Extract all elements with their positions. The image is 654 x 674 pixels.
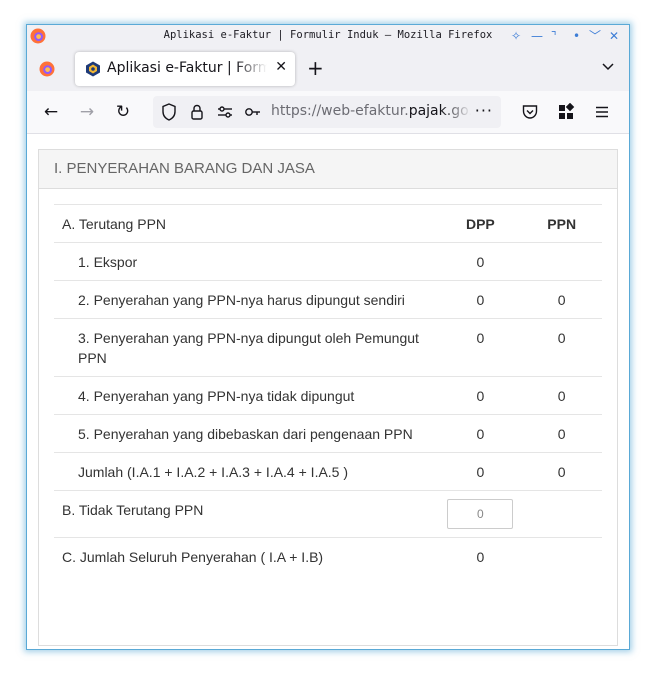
new-tab-button[interactable]: + xyxy=(307,57,324,79)
terutang-ppn-label: A. Terutang PPN xyxy=(54,204,440,243)
lock-icon[interactable] xyxy=(187,102,207,122)
row-label: 3. Penyerahan yang PPN-nya dipungut oleh… xyxy=(54,318,440,377)
tab-title: Aplikasi e-Faktur | Formulir Induk xyxy=(107,60,267,76)
table-row: 2. Penyerahan yang PPN-nya harus dipungu… xyxy=(54,280,602,319)
dpp-value: 0 xyxy=(439,414,522,453)
jumlah-row: Jumlah (I.A.1 + I.A.2 + I.A.3 + I.A.4 + … xyxy=(54,452,602,491)
browser-window: Aplikasi e-Faktur | Formulir Induk — Moz… xyxy=(26,24,630,650)
dpp-value: 0 xyxy=(439,242,522,281)
djp-favicon-icon xyxy=(86,61,100,77)
tidak-terutang-dpp-input[interactable]: 0 xyxy=(447,499,514,529)
table-row: 4. Penyerahan yang PPN-nya tidak dipungu… xyxy=(54,376,602,415)
reload-button[interactable]: ↻ xyxy=(111,100,135,124)
table-row: 5. Penyerahan yang dibebaskan dari penge… xyxy=(54,414,602,453)
penyerahan-table: A. Terutang PPN DPP PPN 1. Ekspor 0 2. P… xyxy=(54,204,602,575)
title-bar: Aplikasi e-Faktur | Formulir Induk — Moz… xyxy=(27,25,629,47)
back-button[interactable]: ← xyxy=(39,100,63,124)
jumlah-seluruh-label: C. Jumlah Seluruh Penyerahan ( I.A + I.B… xyxy=(54,537,440,575)
row-label: 2. Penyerahan yang PPN-nya harus dipungu… xyxy=(54,280,440,319)
tidak-terutang-row: B. Tidak Terutang PPN 0 xyxy=(54,490,602,538)
tab-strip: Aplikasi e-Faktur | Formulir Induk ✕ + xyxy=(27,47,629,91)
minimize-button[interactable]: — xyxy=(531,28,543,44)
ppn-value xyxy=(521,242,602,281)
tidak-terutang-cell: 0 xyxy=(439,490,522,538)
panel-heading: I. PENYERAHAN BARANG DAN JASA xyxy=(39,150,617,189)
row-label: 1. Ekspor xyxy=(54,242,440,281)
table-row: 1. Ekspor 0 xyxy=(54,242,602,281)
ppn-column-header: PPN xyxy=(521,204,602,243)
extensions-icon[interactable] xyxy=(557,103,575,121)
row-label: 4. Penyerahan yang PPN-nya tidak dipungu… xyxy=(54,376,440,415)
url-text[interactable]: https://web-efaktur.pajak.go.id xyxy=(271,103,471,119)
pocket-icon[interactable] xyxy=(521,103,539,121)
page-actions-more-icon[interactable]: ··· xyxy=(475,101,493,120)
empty-cell xyxy=(521,537,602,575)
dpp-column-header: DPP xyxy=(439,204,522,243)
page-content: I. PENYERAHAN BARANG DAN JASA A. Terutan… xyxy=(27,134,629,649)
shield-icon[interactable] xyxy=(159,102,179,122)
url-bar[interactable]: https://web-efaktur.pajak.go.id ··· xyxy=(153,96,501,128)
jumlah-dpp-value: 0 xyxy=(439,452,522,491)
empty-cell xyxy=(521,490,602,538)
section-title: I. PENYERAHAN BARANG DAN JASA xyxy=(54,160,315,177)
key-icon[interactable] xyxy=(243,102,263,122)
navigation-bar: ← → ↻ https://web-efaktur.pajak.go ··· xyxy=(27,91,629,134)
ppn-value: 0 xyxy=(521,318,602,377)
row-label: 5. Penyerahan yang dibebaskan dari penge… xyxy=(54,414,440,453)
dpp-value: 0 xyxy=(439,376,522,415)
dpp-value: 0 xyxy=(439,280,522,319)
keep-above-icon[interactable]: ✧ xyxy=(511,28,521,44)
window-menu-dot-icon[interactable]: • xyxy=(573,28,580,44)
section-panel: I. PENYERAHAN BARANG DAN JASA A. Terutan… xyxy=(38,149,618,646)
ppn-value: 0 xyxy=(521,280,602,319)
jumlah-seluruh-dpp-value: 0 xyxy=(439,537,522,575)
forward-button[interactable]: → xyxy=(75,100,99,124)
maximize-button[interactable]: ⌝ xyxy=(551,28,557,44)
ppn-value: 0 xyxy=(521,376,602,415)
tab-list-chevron-icon[interactable] xyxy=(601,59,615,77)
table-row: 3. Penyerahan yang PPN-nya dipungut oleh… xyxy=(54,318,602,377)
dpp-value: 0 xyxy=(439,318,522,377)
table-header-row: A. Terutang PPN DPP PPN xyxy=(54,204,602,243)
jumlah-label: Jumlah (I.A.1 + I.A.2 + I.A.3 + I.A.4 + … xyxy=(54,452,440,491)
tidak-terutang-label: B. Tidak Terutang PPN xyxy=(54,490,440,538)
permissions-icon[interactable] xyxy=(215,102,235,122)
shade-button[interactable]: ﹀ xyxy=(589,28,601,44)
jumlah-seluruh-row: C. Jumlah Seluruh Penyerahan ( I.A + I.B… xyxy=(54,537,602,575)
close-window-button[interactable]: ✕ xyxy=(609,28,619,44)
firefox-view-icon[interactable] xyxy=(39,61,55,77)
tab-close-icon[interactable]: ✕ xyxy=(275,59,287,75)
hamburger-menu-icon[interactable] xyxy=(593,103,611,121)
jumlah-ppn-value: 0 xyxy=(521,452,602,491)
ppn-value: 0 xyxy=(521,414,602,453)
tab-active[interactable]: Aplikasi e-Faktur | Formulir Induk ✕ xyxy=(75,52,295,86)
